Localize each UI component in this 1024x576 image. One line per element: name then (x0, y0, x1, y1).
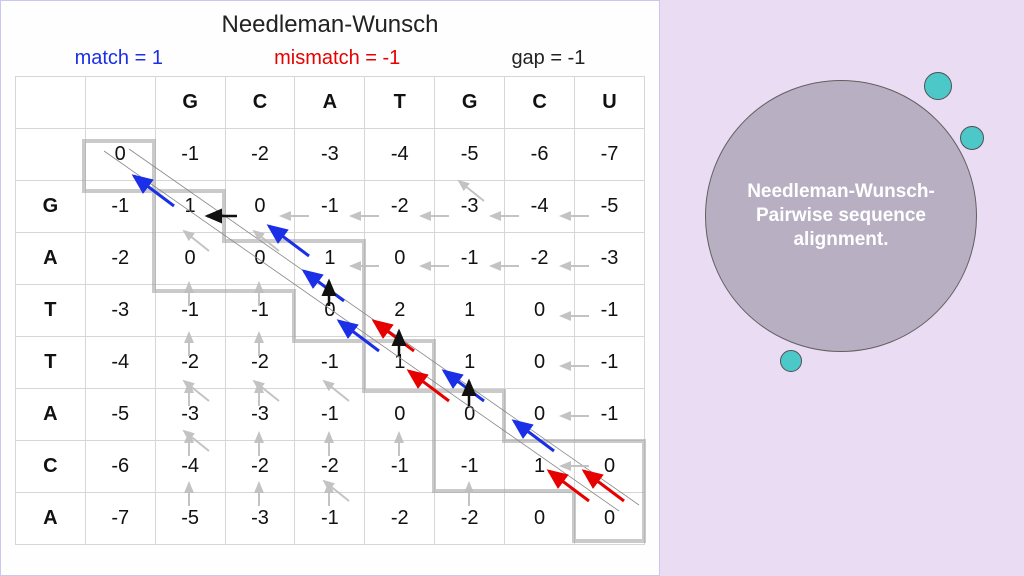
cell: 0 (505, 493, 575, 545)
cell: 0 (505, 285, 575, 337)
cell: 0 (505, 337, 575, 389)
cell: -1 (435, 441, 505, 493)
cell: -1 (225, 285, 295, 337)
cell: -1 (575, 337, 645, 389)
cell: -3 (225, 493, 295, 545)
decor-dot (780, 350, 802, 372)
cell: -3 (225, 389, 295, 441)
cell: -3 (85, 285, 155, 337)
cell: -1 (435, 233, 505, 285)
label-circle: Needleman-Wunsch-Pairwise sequence align… (705, 80, 977, 352)
cell: -5 (155, 493, 225, 545)
cell: -2 (225, 441, 295, 493)
cell: -4 (505, 181, 575, 233)
cell: 0 (505, 389, 575, 441)
cell: -2 (365, 181, 435, 233)
cell: -1 (295, 493, 365, 545)
cell: C (225, 77, 295, 129)
cell: -6 (85, 441, 155, 493)
cell: -6 (505, 129, 575, 181)
cell: -1 (575, 285, 645, 337)
cell: A (16, 389, 86, 441)
cell: -1 (155, 129, 225, 181)
cell: 1 (155, 181, 225, 233)
cell: -3 (575, 233, 645, 285)
cell: -1 (295, 181, 365, 233)
cell: 0 (225, 233, 295, 285)
cell: 1 (295, 233, 365, 285)
cell: -2 (225, 337, 295, 389)
cell: -1 (295, 337, 365, 389)
cell: 0 (575, 441, 645, 493)
cell: -1 (155, 285, 225, 337)
cell: G (16, 181, 86, 233)
cell: 0 (435, 389, 505, 441)
cell: 0 (295, 285, 365, 337)
dp-matrix: GCATGCU0-1-2-3-4-5-6-7G-110-1-2-3-4-5A-2… (15, 76, 645, 545)
cell: U (575, 77, 645, 129)
cell: G (435, 77, 505, 129)
cell: -1 (85, 181, 155, 233)
cell: -3 (155, 389, 225, 441)
cell: -3 (435, 181, 505, 233)
cell: -4 (155, 441, 225, 493)
cell: 1 (435, 285, 505, 337)
panel-title: Needleman-Wunsch (9, 11, 651, 39)
cell: A (295, 77, 365, 129)
decor-dot (960, 126, 984, 150)
cell: -1 (365, 441, 435, 493)
cell: 0 (155, 233, 225, 285)
cell: -1 (575, 389, 645, 441)
cell: -5 (575, 181, 645, 233)
cell: T (16, 285, 86, 337)
matrix-panel: Needleman-Wunsch match = 1 mismatch = -1… (0, 0, 660, 576)
cell: -4 (365, 129, 435, 181)
legend-gap: gap = -1 (511, 47, 585, 70)
cell: -2 (225, 129, 295, 181)
cell: C (16, 441, 86, 493)
cell: -7 (85, 493, 155, 545)
cell: -5 (85, 389, 155, 441)
cell: 2 (365, 285, 435, 337)
decor-dot (924, 72, 952, 100)
cell (16, 129, 86, 181)
cell: C (505, 77, 575, 129)
side-label: Needleman-Wunsch-Pairwise sequence align… (706, 180, 976, 251)
legend-match: match = 1 (75, 47, 163, 70)
legend-mismatch: mismatch = -1 (274, 47, 400, 70)
page: Needleman-Wunsch match = 1 mismatch = -1… (0, 0, 1024, 576)
cell: -2 (435, 493, 505, 545)
cell: 0 (85, 129, 155, 181)
cell: A (16, 233, 86, 285)
cell: -2 (295, 441, 365, 493)
cell: -2 (155, 337, 225, 389)
cell: 0 (365, 389, 435, 441)
cell: 0 (365, 233, 435, 285)
cell: -2 (505, 233, 575, 285)
side-panel: Needleman-Wunsch-Pairwise sequence align… (660, 0, 1024, 576)
cell (85, 77, 155, 129)
cell: 1 (435, 337, 505, 389)
cell: -7 (575, 129, 645, 181)
cell (16, 77, 86, 129)
cell: -5 (435, 129, 505, 181)
cell: -4 (85, 337, 155, 389)
cell: 1 (365, 337, 435, 389)
cell: G (155, 77, 225, 129)
cell: -1 (295, 389, 365, 441)
cell: T (16, 337, 86, 389)
cell: -2 (365, 493, 435, 545)
cell: 0 (575, 493, 645, 545)
cell: T (365, 77, 435, 129)
cell: A (16, 493, 86, 545)
cell: 0 (225, 181, 295, 233)
cell: 1 (505, 441, 575, 493)
cell: -2 (85, 233, 155, 285)
legend: match = 1 mismatch = -1 gap = -1 (19, 47, 641, 70)
cell: -3 (295, 129, 365, 181)
